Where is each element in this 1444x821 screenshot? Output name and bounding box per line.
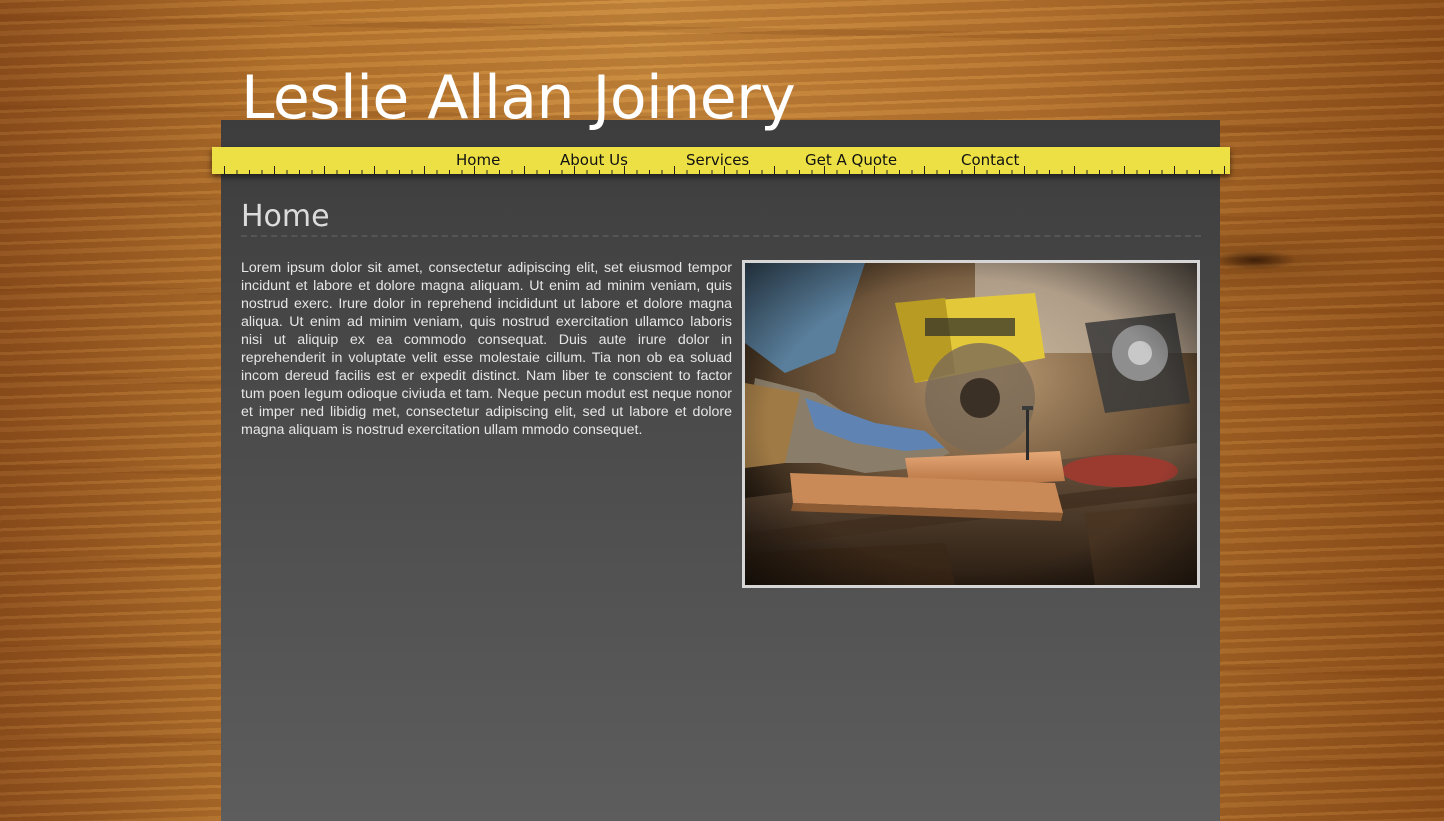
workbench-photo-illustration bbox=[745, 263, 1197, 585]
workbench-photo bbox=[742, 260, 1200, 588]
nav-home[interactable]: Home bbox=[456, 151, 500, 169]
nav-contact[interactable]: Contact bbox=[961, 151, 1019, 169]
heading-divider bbox=[241, 235, 1201, 237]
main-nav: Home About Us Services Get A Quote Conta… bbox=[212, 147, 1230, 174]
nav-services[interactable]: Services bbox=[686, 151, 749, 169]
nav-about-us[interactable]: About Us bbox=[560, 151, 628, 169]
body-paragraph: Lorem ipsum dolor sit amet, consectetur … bbox=[241, 260, 732, 438]
nav-get-a-quote[interactable]: Get A Quote bbox=[805, 151, 897, 169]
site-title: Leslie Allan Joinery bbox=[241, 63, 796, 133]
page-heading: Home bbox=[241, 199, 330, 234]
